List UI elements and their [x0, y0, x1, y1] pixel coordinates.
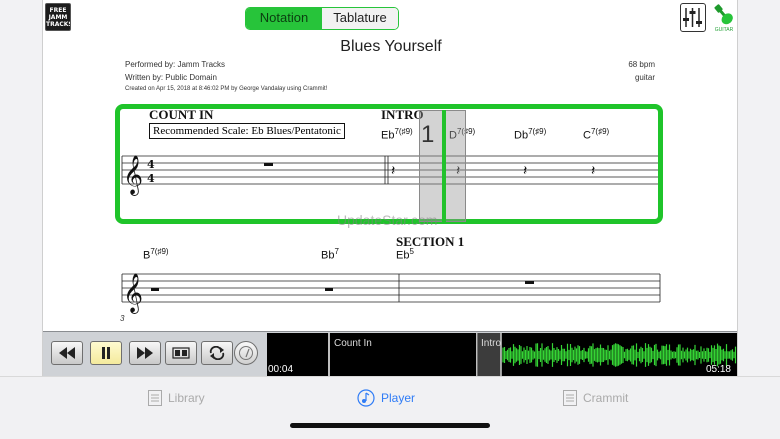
chord-root: Eb	[396, 249, 410, 262]
chord-symbol: Bb7	[321, 247, 339, 262]
pause-icon	[102, 347, 110, 359]
tab-crammit-label: Crammit	[583, 391, 629, 405]
half-rest	[151, 288, 159, 291]
current-line-highlight	[115, 104, 663, 224]
wave-section-count-in: Count In	[334, 338, 372, 349]
tab-player-label: Player	[381, 391, 416, 405]
tab-library-label: Library	[168, 391, 205, 405]
list-icon	[148, 390, 162, 406]
time-total: 05:18	[705, 364, 731, 375]
metronome-button[interactable]	[234, 341, 258, 365]
home-indicator[interactable]	[290, 423, 490, 428]
rewind-button[interactable]	[51, 341, 83, 365]
list-icon	[563, 390, 577, 406]
tab-player[interactable]: Player	[357, 388, 415, 408]
app-window: FREE JAMM TRACKS Notation Tablature GUIT…	[42, 0, 738, 376]
tab-crammit[interactable]: Crammit	[563, 388, 628, 408]
treble-clef: 𝄞	[123, 273, 143, 314]
staff-row-2	[121, 273, 661, 303]
tab-library[interactable]: Library	[148, 388, 205, 408]
playback-position-line	[442, 110, 446, 222]
pause-button[interactable]	[90, 341, 122, 365]
measure-number: 3	[120, 314, 125, 323]
waveform-timeline[interactable]: Count In Intro 00:04 05:18	[267, 333, 737, 376]
chord-symbol: B7(♯9)	[143, 247, 169, 262]
half-rest	[325, 288, 333, 291]
chord-symbol: Eb5	[396, 247, 414, 262]
chord-quality: 7	[334, 247, 339, 256]
watermark: UpdateStar.com	[337, 212, 438, 228]
time-elapsed: 00:04	[268, 364, 294, 375]
count-in-icon	[172, 347, 190, 359]
chord-quality: 7(♯9)	[150, 247, 169, 256]
metronome-icon	[239, 346, 253, 360]
fast-forward-icon	[137, 347, 153, 359]
fast-forward-button[interactable]	[129, 341, 161, 365]
bottom-tab-bar: Library Player Crammit	[0, 376, 780, 439]
rewind-icon	[59, 347, 75, 359]
count-in-toggle-button[interactable]	[165, 341, 197, 365]
beat-counter: 1	[421, 121, 435, 148]
music-note-icon	[357, 389, 375, 407]
transport-bar: Count In Intro 00:04 05:18	[43, 331, 737, 376]
loop-icon	[209, 346, 225, 360]
chord-quality: 5	[409, 247, 414, 256]
wave-section-intro: Intro	[481, 338, 502, 349]
whole-rest	[525, 281, 534, 284]
chord-root: Bb	[321, 249, 335, 262]
loop-button[interactable]	[201, 341, 233, 365]
